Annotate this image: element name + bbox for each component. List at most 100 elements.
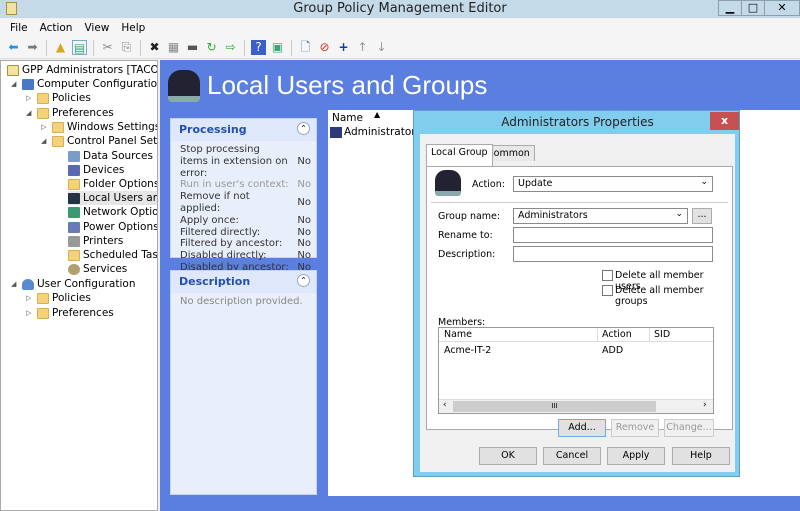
dialog-title: Administrators Properties [501,115,654,129]
apply-button[interactable]: Apply [607,447,665,465]
processing-row: Apply once: No [171,215,316,227]
processing-label: Disabled directly: [180,250,267,262]
network-options-icon [68,206,80,218]
maximize-button[interactable]: □ [741,0,765,16]
help-icon[interactable]: ? [251,40,266,55]
browse-button[interactable]: ... [692,208,712,224]
menu-help[interactable]: Help [121,19,145,37]
tree-label: Preferences [52,307,114,319]
dialog-close-button[interactable]: x [710,112,739,130]
folder-icon [37,92,49,104]
group-name-label: Group name: [438,211,501,222]
properties-icon[interactable]: ▦ [166,40,181,55]
tree-item-printers[interactable]: Printers [68,234,123,248]
processing-card: Processing ⌃ Stop processing items in ext… [170,118,317,273]
new-item-icon[interactable]: 🗋 [298,40,313,55]
tree-item-data-sources[interactable]: Data Sources [68,149,153,163]
collapsed-arrow-icon[interactable]: ▷ [26,306,34,320]
forward-icon[interactable]: ➡ [25,40,40,55]
delete-icon[interactable]: ✖ [147,40,162,55]
collapsed-arrow-icon[interactable]: ▷ [26,291,34,305]
minimize-button[interactable]: ▁ [718,0,742,16]
move-down-icon[interactable]: ↓ [374,40,389,55]
help-button[interactable]: Help [672,447,730,465]
description-input[interactable] [513,246,713,262]
gpo-icon [7,64,19,76]
ok-button[interactable]: OK [479,447,537,465]
tree-item-policies[interactable]: ▷ Policies [26,91,91,105]
tree-item-devices[interactable]: Devices [68,163,124,177]
tree-item-preferences[interactable]: ◢ Preferences [26,106,114,120]
tree-item-power-options[interactable]: Power Options [68,220,157,234]
tree-item-root[interactable]: GPP Administrators [TACO.ACM [7,63,157,77]
add-member-button[interactable]: Add... [558,419,606,437]
member-row[interactable]: Acme-IT-2 ADD [439,344,713,358]
cut-icon[interactable]: ✂ [100,40,115,55]
tree-item-local-users-and-groups[interactable]: Local Users and Groups [68,191,157,205]
collapse-icon[interactable]: ⌃ [297,274,310,287]
export-icon[interactable]: ⇨ [223,40,238,55]
expanded-arrow-icon[interactable]: ◢ [11,277,19,291]
action-pane-icon[interactable]: ▣ [270,40,285,55]
list-item-administrators[interactable]: Administrators [330,126,421,138]
column-name[interactable]: Name [444,329,472,340]
menu-file[interactable]: File [10,19,28,37]
folder-icon [37,307,49,319]
tree-item-scheduled-tasks[interactable]: Scheduled Tasks [68,248,157,262]
horizontal-scrollbar[interactable]: ‹ III › [439,399,713,413]
column-header-name[interactable]: Name [332,112,363,124]
tree-item-services[interactable]: Services [68,262,127,276]
delete-users-checkbox[interactable] [602,270,613,281]
copy-icon[interactable]: ⎘ [119,40,134,55]
folder-icon [37,107,49,119]
tree-item-user-configuration[interactable]: ◢ User Configuration [11,277,135,291]
tree-item-computer-configuration[interactable]: ◢ Computer Configuration [11,77,157,91]
local-group-icon [435,170,461,196]
list-item-label: Administrators [344,126,422,138]
tab-local-group[interactable]: Local Group [426,144,493,166]
printer-icon [68,235,80,247]
tree-item-folder-options[interactable]: Folder Options [68,177,157,191]
separator [93,39,94,56]
expanded-arrow-icon[interactable]: ◢ [11,77,19,91]
menu-action[interactable]: Action [40,19,73,37]
print-icon[interactable]: ▬ [185,40,200,55]
close-button[interactable]: ✕ [764,0,800,16]
computer-icon [22,78,34,90]
collapsed-arrow-icon[interactable]: ▷ [41,120,49,134]
tree-item-windows-settings[interactable]: ▷ Windows Settings [41,120,157,134]
delete-groups-checkbox[interactable] [602,285,613,296]
show-hide-tree-icon[interactable]: ▤ [72,40,87,55]
expanded-arrow-icon[interactable]: ◢ [26,106,34,120]
collapsed-arrow-icon[interactable]: ▷ [26,91,34,105]
expanded-arrow-icon[interactable]: ◢ [41,134,49,148]
members-header: Name Action SID [439,328,713,342]
add-icon[interactable]: + [336,40,351,55]
scroll-left-icon[interactable]: ‹ [443,400,447,410]
refresh-icon[interactable]: ↻ [204,40,219,55]
change-member-button[interactable]: Change... [664,419,714,437]
tree-item-user-preferences[interactable]: ▷ Preferences [26,306,114,320]
cancel-button[interactable]: Cancel [543,447,601,465]
column-sid[interactable]: SID [654,329,670,340]
tree-item-network-options[interactable]: Network Options [68,205,157,219]
member-action: ADD [602,345,624,356]
remove-member-button[interactable]: Remove [611,419,659,437]
processing-label: Run in user's context: [180,179,289,191]
back-icon[interactable]: ⬅ [6,40,21,55]
tree-item-user-policies[interactable]: ▷ Policies [26,291,91,305]
rename-input[interactable] [513,227,713,243]
tree-item-control-panel-settings[interactable]: ◢ Control Panel Settings [41,134,157,148]
scroll-right-icon[interactable]: › [703,400,707,410]
action-dropdown[interactable]: Update ⌄ [513,176,713,192]
menu-view[interactable]: View [84,19,109,37]
collapse-icon[interactable]: ⌃ [297,122,310,135]
stop-icon[interactable]: ⊘ [317,40,332,55]
up-folder-icon[interactable]: ▲ [53,40,68,55]
group-name-dropdown[interactable]: Administrators ⌄ [513,208,688,224]
move-up-icon[interactable]: ↑ [355,40,370,55]
chevron-down-icon: ⌄ [700,177,708,187]
separator [140,39,141,56]
scroll-thumb[interactable]: III [453,401,656,412]
column-action[interactable]: Action [602,329,632,340]
